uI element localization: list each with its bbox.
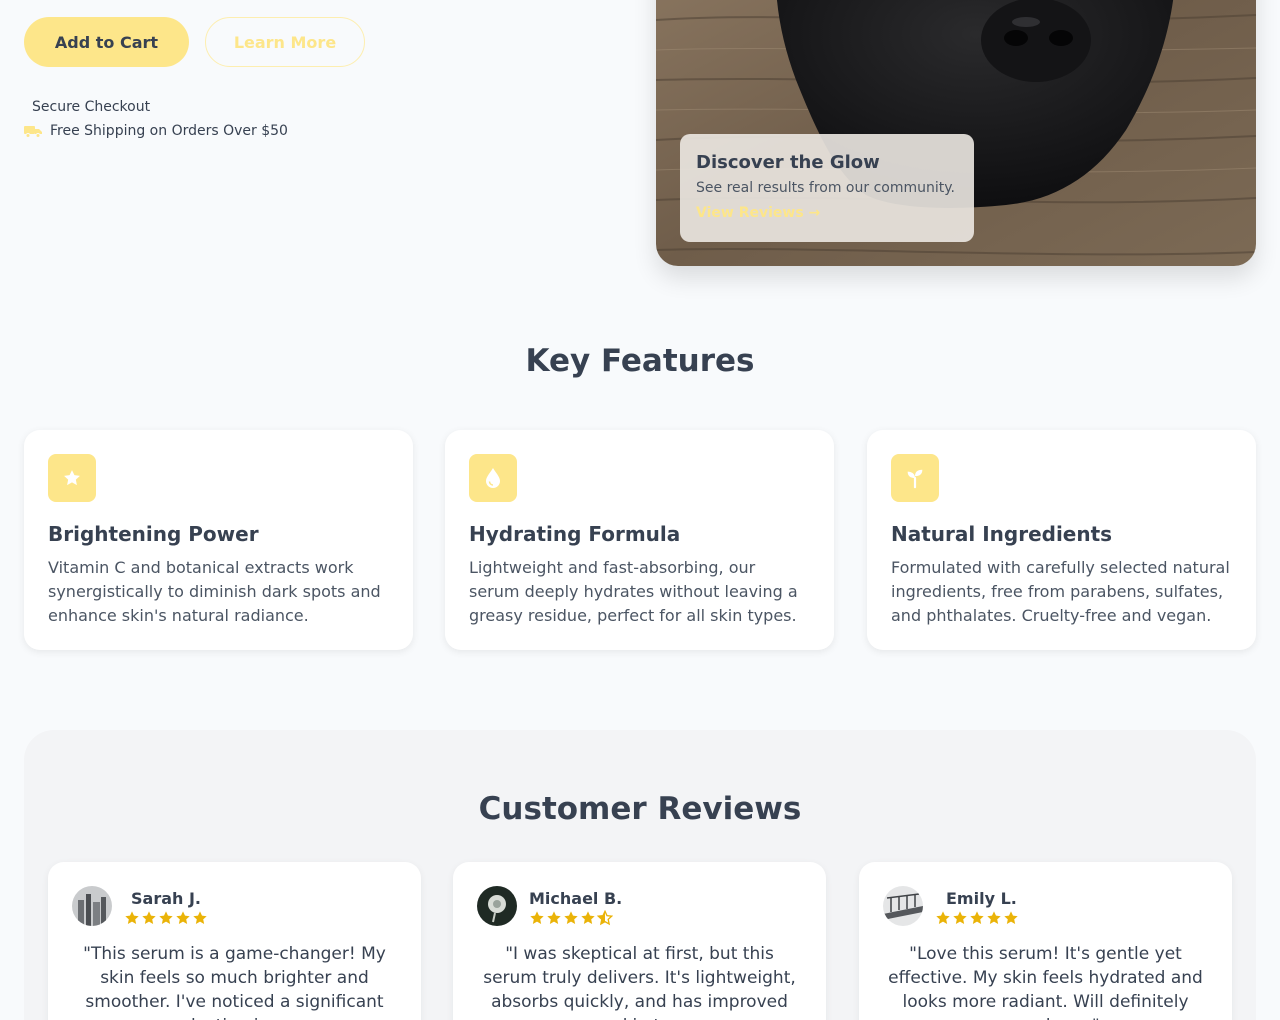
- feature-icon-box: [891, 454, 939, 502]
- star-rating: [529, 910, 613, 926]
- star-icon: [176, 911, 190, 924]
- water-drop-icon: [486, 468, 500, 488]
- feature-icon-box: [48, 454, 96, 502]
- star-icon: [142, 911, 156, 924]
- feature-title: Brightening Power: [48, 522, 259, 546]
- review-card: Michael B. "I was skeptical at first, bu…: [453, 862, 826, 1020]
- feature-card-natural: Natural Ingredients Formulated with care…: [867, 430, 1256, 650]
- star-icon: [530, 911, 544, 924]
- star-icon: [987, 911, 1001, 924]
- free-shipping-label: Free Shipping on Orders Over $50: [50, 123, 288, 139]
- review-text: "I was skeptical at first, but this seru…: [483, 944, 796, 1020]
- star-icon: [564, 911, 578, 924]
- star-icon: [159, 911, 173, 924]
- star-icon: [64, 470, 80, 486]
- avatar: [477, 886, 517, 926]
- reviewer-name: Sarah J.: [131, 889, 201, 908]
- star-rating: [124, 910, 208, 926]
- secure-checkout-perk: Secure Checkout: [32, 99, 150, 115]
- review-card: Emily L. "Love this serum! It's gentle y…: [859, 862, 1232, 1020]
- secure-checkout-label: Secure Checkout: [32, 99, 151, 115]
- star-icon: [581, 911, 595, 924]
- star-icon: [1004, 911, 1018, 924]
- feature-title: Natural Ingredients: [891, 522, 1113, 546]
- discover-glow-card: Discover the Glow See real results from …: [680, 134, 974, 242]
- reviewer-name: Michael B.: [529, 889, 623, 908]
- reviews-title: Customer Reviews: [478, 791, 802, 827]
- star-icon: [193, 911, 207, 924]
- view-reviews-link[interactable]: View Reviews →: [696, 205, 958, 221]
- learn-more-button[interactable]: Learn More: [205, 17, 365, 67]
- avatar: [72, 886, 112, 926]
- add-to-cart-button[interactable]: Add to Cart: [24, 17, 189, 67]
- reviewer-name: Emily L.: [946, 889, 1017, 908]
- star-icon: [936, 911, 950, 924]
- star-rating: [935, 910, 1019, 926]
- feature-title: Hydrating Formula: [469, 522, 681, 546]
- feature-description: Formulated with carefully selected natur…: [891, 558, 1230, 625]
- feature-card-brightening: Brightening Power Vitamin C and botanica…: [24, 430, 413, 650]
- review-card: Sarah J. "This serum is a game-changer! …: [48, 862, 421, 1020]
- feature-description: Vitamin C and botanical extracts work sy…: [48, 558, 381, 625]
- review-text: "Love this serum! It's gentle yet effect…: [888, 944, 1203, 1020]
- star-icon: [953, 911, 967, 924]
- seedling-icon: [907, 469, 923, 489]
- free-shipping-perk: Free Shipping on Orders Over $50: [24, 123, 288, 139]
- star-icon: [547, 911, 561, 924]
- feature-icon-box: [469, 454, 517, 502]
- feature-card-hydrating: Hydrating Formula Lightweight and fast-a…: [445, 430, 834, 650]
- hero-cta-row: Add to Cart Learn More: [24, 17, 365, 67]
- features-title: Key Features: [525, 343, 755, 379]
- truck-icon: [24, 126, 42, 138]
- avatar: [883, 886, 923, 926]
- feature-description: Lightweight and fast-absorbing, our seru…: [469, 558, 798, 625]
- star-icon: [970, 911, 984, 924]
- star-icon: [125, 911, 139, 924]
- review-text: "This serum is a game-changer! My skin f…: [83, 944, 386, 1020]
- glow-card-title: Discover the Glow: [696, 152, 880, 173]
- glow-card-subtitle: See real results from our community.: [696, 180, 955, 196]
- star-half-icon: [597, 910, 613, 926]
